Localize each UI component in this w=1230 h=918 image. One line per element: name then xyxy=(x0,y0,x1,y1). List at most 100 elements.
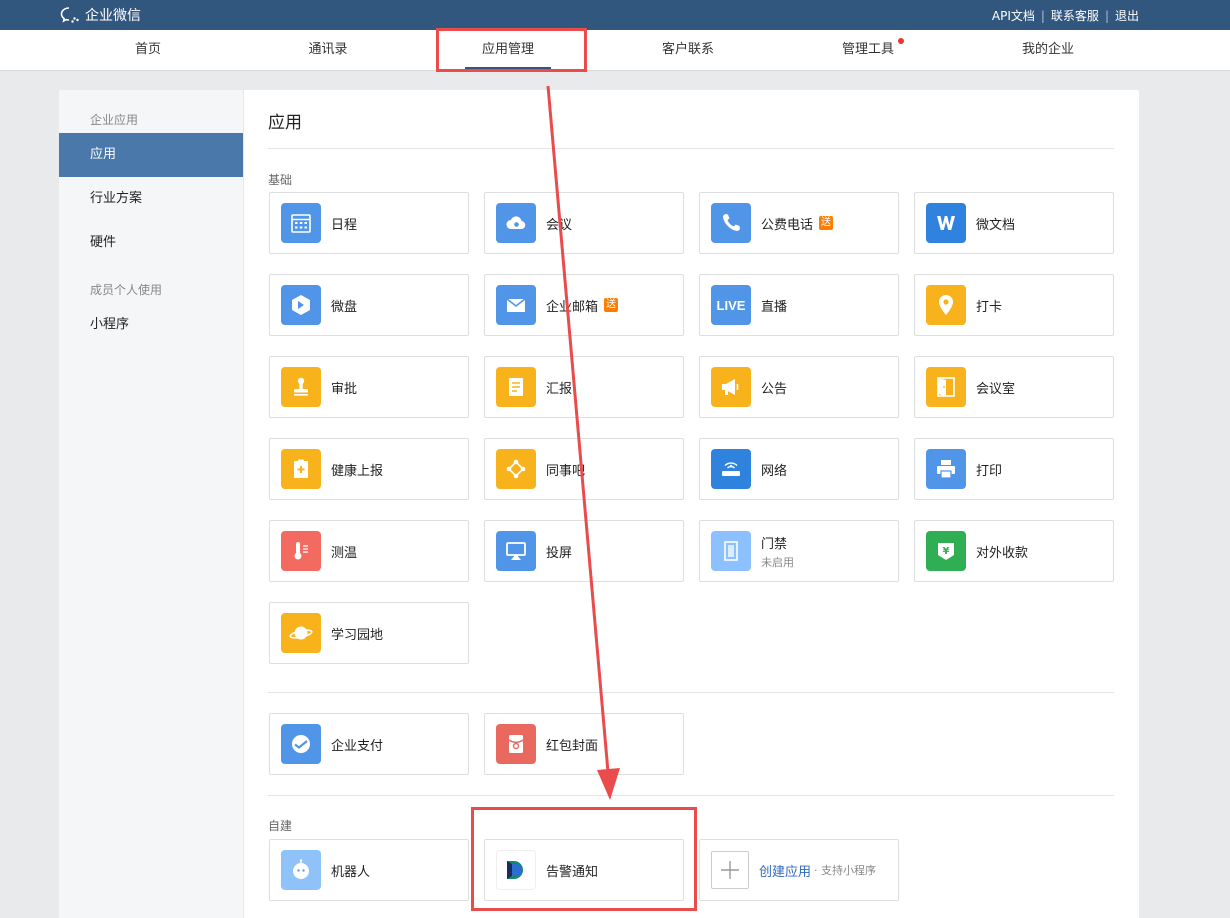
mail-icon xyxy=(496,285,536,325)
nav-home[interactable]: 首页 xyxy=(58,30,238,70)
app-label: 网络 xyxy=(761,463,788,479)
app-card-enterprise-payment[interactable]: 企业支付 xyxy=(269,713,469,775)
cloud-icon xyxy=(496,203,536,243)
section-label-basic: 基础 xyxy=(268,173,293,187)
network-icon xyxy=(496,449,536,489)
gift-badge: 送 xyxy=(604,298,619,312)
create-app-card[interactable]: 创建应用 · 支持小程序 xyxy=(699,839,899,901)
app-card-announcement[interactable]: 公告 xyxy=(699,356,899,418)
yuan-payment-icon: ¥ xyxy=(926,531,966,571)
logout-link[interactable]: 退出 xyxy=(1115,7,1139,24)
app-label: 会议 xyxy=(546,217,573,233)
screen-cast-icon xyxy=(496,531,536,571)
app-label: 健康上报 xyxy=(331,463,384,479)
logo-text: 企业微信 xyxy=(85,8,141,24)
divider xyxy=(268,795,1114,796)
logo[interactable]: 企业微信 xyxy=(60,5,141,25)
thermometer-icon xyxy=(281,531,321,571)
create-app-link[interactable]: 创建应用 xyxy=(759,861,811,880)
app-card-robot[interactable]: 机器人 xyxy=(269,839,469,901)
annotation-highlight-nav xyxy=(436,28,587,72)
app-card-learning[interactable]: 学习园地 xyxy=(269,602,469,664)
nav-management-tools[interactable]: 管理工具 xyxy=(778,30,958,70)
app-label: 微盘 xyxy=(331,299,358,315)
top-links: API文档 | 联系客服 | 退出 xyxy=(992,7,1139,24)
payment-icon xyxy=(281,724,321,764)
app-card-red-packet-cover[interactable]: 红包封面 xyxy=(484,713,684,775)
app-label: 日程 xyxy=(331,217,358,233)
app-card-drive[interactable]: 微盘 xyxy=(269,274,469,336)
app-card-public-phone[interactable]: 公费电话送 xyxy=(699,192,899,254)
app-card-report[interactable]: 汇报 xyxy=(484,356,684,418)
divider xyxy=(268,148,1114,149)
health-clipboard-icon xyxy=(281,449,321,489)
phone-icon xyxy=(711,203,751,243)
app-label: 投屏 xyxy=(546,545,573,561)
app-label: 打卡 xyxy=(976,299,1003,315)
app-card-health-report[interactable]: 健康上报 xyxy=(269,438,469,500)
app-label: 企业邮箱 xyxy=(546,299,599,315)
app-label: 学习园地 xyxy=(331,627,384,643)
app-label: 红包封面 xyxy=(546,738,599,754)
wecom-logo-icon xyxy=(60,7,79,23)
app-card-live[interactable]: LIVE 直播 xyxy=(699,274,899,336)
app-label: 会议室 xyxy=(976,381,1016,397)
divider: | xyxy=(1104,8,1109,23)
app-label: 企业支付 xyxy=(331,738,384,754)
contact-support-link[interactable]: 联系客服 xyxy=(1051,7,1099,24)
app-label: 微文档 xyxy=(976,217,1016,233)
section-label-custom: 自建 xyxy=(268,819,293,833)
app-label: 直播 xyxy=(761,299,788,315)
app-label: 公费电话 xyxy=(761,217,814,233)
app-card-screen-cast[interactable]: 投屏 xyxy=(484,520,684,582)
sidebar-item-apps[interactable]: 应用 xyxy=(59,133,243,177)
sidebar-item-hardware[interactable]: 硬件 xyxy=(59,221,243,265)
access-door-icon xyxy=(711,531,751,571)
sidebar-group-personal-use: 成员个人使用 xyxy=(90,283,163,297)
app-card-approval[interactable]: 审批 xyxy=(269,356,469,418)
app-label: 测温 xyxy=(331,545,358,561)
app-label: 对外收款 xyxy=(976,545,1029,561)
nav-contacts[interactable]: 通讯录 xyxy=(238,30,418,70)
divider: | xyxy=(1040,8,1045,23)
sidebar: 企业应用 应用 行业方案 硬件 成员个人使用 小程序 xyxy=(59,90,244,918)
live-icon: LIVE xyxy=(711,285,751,325)
app-card-colleague-bar[interactable]: 同事吧 xyxy=(484,438,684,500)
app-card-temperature[interactable]: 测温 xyxy=(269,520,469,582)
app-card-doc[interactable]: 微文档 xyxy=(914,192,1114,254)
app-label: 汇报 xyxy=(546,381,573,397)
app-card-check-in[interactable]: 打卡 xyxy=(914,274,1114,336)
app-label: 审批 xyxy=(331,381,358,397)
app-label: 同事吧 xyxy=(546,463,586,479)
app-card-schedule[interactable]: 日程 xyxy=(269,192,469,254)
planet-icon xyxy=(281,613,321,653)
app-label: 打印 xyxy=(976,463,1003,479)
wifi-router-icon xyxy=(711,449,751,489)
app-card-print[interactable]: 打印 xyxy=(914,438,1114,500)
notification-dot xyxy=(898,38,904,44)
nav-customer-contact[interactable]: 客户联系 xyxy=(598,30,778,70)
sidebar-item-mini-programs[interactable]: 小程序 xyxy=(59,303,243,347)
app-card-mail[interactable]: 企业邮箱送 xyxy=(484,274,684,336)
page-title: 应用 xyxy=(268,113,302,133)
app-card-access-control[interactable]: 门禁 未启用 xyxy=(699,520,899,582)
divider xyxy=(268,692,1114,693)
nav-my-enterprise[interactable]: 我的企业 xyxy=(958,30,1138,70)
red-packet-icon xyxy=(496,724,536,764)
app-card-meeting-room[interactable]: 会议室 xyxy=(914,356,1114,418)
app-card-network[interactable]: 网络 xyxy=(699,438,899,500)
sidebar-item-industry-solutions[interactable]: 行业方案 xyxy=(59,177,243,221)
door-icon xyxy=(926,367,966,407)
app-card-external-payment[interactable]: ¥ 对外收款 xyxy=(914,520,1114,582)
plus-icon xyxy=(711,851,749,889)
api-docs-link[interactable]: API文档 xyxy=(992,7,1035,24)
report-icon xyxy=(496,367,536,407)
app-card-meeting[interactable]: 会议 xyxy=(484,192,684,254)
calendar-icon xyxy=(281,203,321,243)
megaphone-icon xyxy=(711,367,751,407)
robot-icon xyxy=(281,850,321,890)
app-label: 门禁 xyxy=(761,536,788,552)
app-label: 机器人 xyxy=(331,864,371,880)
top-bar: 企业微信 API文档 | 联系客服 | 退出 xyxy=(0,0,1230,30)
svg-text:¥: ¥ xyxy=(943,546,950,557)
